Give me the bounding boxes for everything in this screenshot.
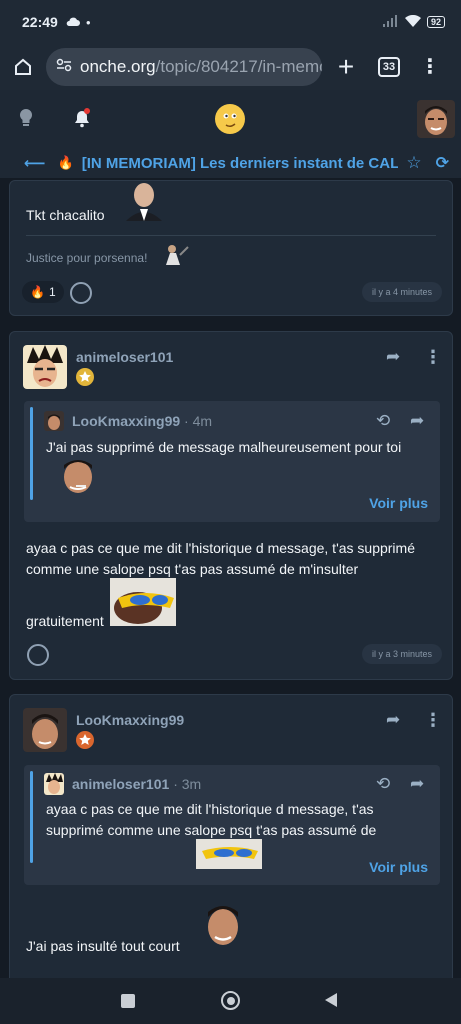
more-options-icon[interactable]: ⋮: [424, 347, 442, 368]
share-icon[interactable]: ➦: [386, 710, 400, 730]
post-time: il y a 4 minutes: [361, 282, 442, 302]
quote-bar: [30, 771, 33, 863]
post-username[interactable]: LooKmaxxing99: [76, 712, 184, 728]
url-path: /topic/804217/in-memoriam-les-derniers-i…: [155, 57, 322, 76]
share-icon[interactable]: ➦: [386, 347, 400, 367]
status-bar: 22:49 ● 92: [0, 0, 461, 44]
add-reaction-icon[interactable]: [27, 644, 49, 666]
post-text-continued: gratuitement: [26, 613, 104, 629]
url-domain: onche.org: [80, 57, 156, 76]
sunglasses-sticker: [196, 839, 262, 869]
putin-sticker: [122, 181, 166, 221]
site-logo-smiley-icon[interactable]: [215, 104, 245, 134]
post-signature: Justice pour porsenna!: [26, 251, 148, 265]
signal-icon: [382, 14, 399, 30]
system-navigation-bar: [0, 978, 461, 1024]
post-text: ayaa c pas ce que me dit l'historique d …: [26, 540, 415, 577]
quoted-message: LooKmaxxing99 · 4m ⟲ ➦ J'ai pas supprimé…: [24, 401, 440, 522]
rank-star-badge-icon: [76, 368, 94, 386]
post-card: animeloser101 ➦ ⋮ LooKmaxxing99 · 4m ⟲ ➦…: [9, 331, 453, 680]
home-dot-icon: [226, 996, 235, 1005]
quote-time: 3m: [181, 776, 202, 792]
lightbulb-icon[interactable]: [18, 108, 34, 128]
history-icon[interactable]: ⟲: [376, 774, 390, 794]
quote-username[interactable]: animeloser101: [72, 776, 169, 792]
site-settings-icon[interactable]: [56, 57, 72, 77]
post-card: Tkt chacalito Justice pour porsenna! 🔥 1…: [9, 180, 453, 316]
notification-dot-icon: ●: [85, 17, 91, 27]
browser-menu-icon[interactable]: ⋮: [420, 57, 440, 77]
topic-title-bar: ⟵ 🔥 [IN MEMORIAM] Les derniers instant d…: [0, 148, 461, 178]
see-more-link[interactable]: Voir plus: [369, 495, 428, 511]
post-text: Tkt chacalito: [26, 207, 105, 223]
post-avatar[interactable]: [23, 708, 67, 752]
quote-avatar[interactable]: [44, 411, 64, 431]
more-options-icon[interactable]: ⋮: [424, 710, 442, 731]
post-time: il y a 3 minutes: [361, 644, 442, 664]
history-icon[interactable]: ⟲: [376, 411, 390, 431]
post-username[interactable]: animeloser101: [76, 349, 173, 365]
flame-icon: 🔥: [57, 155, 74, 170]
home-nav-button[interactable]: [221, 991, 240, 1010]
laughing-sticker: [200, 899, 246, 951]
quoted-message: animeloser101 · 3m ⟲ ➦ ayaa c pas ce que…: [24, 765, 440, 885]
signature-divider: [26, 235, 436, 236]
sunglasses-sticker: [110, 578, 176, 626]
wifi-icon: [404, 14, 421, 30]
quote-time: 4m: [192, 413, 213, 429]
browser-toolbar: onche.org/topic/804217/in-memoriam-les-d…: [0, 44, 461, 90]
add-reaction-icon[interactable]: [70, 282, 92, 304]
quote-text: J'ai pas supprimé de message malheureuse…: [46, 439, 402, 455]
reaction-fire-chip[interactable]: 🔥 1: [22, 281, 64, 303]
refresh-icon[interactable]: ⟳: [436, 153, 449, 173]
star-icon[interactable]: ☆: [406, 153, 421, 173]
recent-apps-button[interactable]: [121, 994, 135, 1008]
cloud-icon: [66, 14, 80, 30]
notification-bell-icon[interactable]: [72, 108, 92, 128]
quote-share-icon[interactable]: ➦: [410, 774, 424, 794]
quote-sticker: [54, 457, 102, 501]
battery-icon: 92: [426, 16, 445, 28]
rank-star-badge-icon: [76, 731, 94, 749]
fire-icon: 🔥: [30, 285, 45, 299]
post-text: J'ai pas insulté tout court: [26, 938, 180, 954]
tab-switcher-button[interactable]: 33: [378, 57, 400, 77]
topic-title[interactable]: [IN MEMORIAM] Les derniers instant de CA…: [82, 155, 399, 172]
home-icon: [15, 58, 31, 75]
post-card: LooKmaxxing99 ➦ ⋮ animeloser101 · 3m ⟲ ➦…: [9, 694, 453, 994]
quote-username[interactable]: LooKmaxxing99: [72, 413, 180, 429]
site-header: [0, 90, 461, 148]
reaction-count: 1: [48, 285, 56, 299]
back-triangle-icon: [325, 993, 337, 1007]
user-avatar[interactable]: [417, 100, 455, 138]
new-tab-button[interactable]: +: [322, 51, 370, 83]
back-nav-button[interactable]: [324, 992, 338, 1013]
quote-text: ayaa c pas ce que me dit l'historique d …: [46, 801, 377, 838]
quote-header: animeloser101 · 3m: [72, 776, 202, 792]
post-avatar[interactable]: [23, 345, 67, 389]
home-button[interactable]: [0, 57, 46, 77]
quote-header: LooKmaxxing99 · 4m: [72, 413, 213, 429]
quote-share-icon[interactable]: ➦: [410, 411, 424, 431]
see-more-link[interactable]: Voir plus: [369, 859, 428, 875]
signature-sticker: [160, 241, 190, 265]
status-time: 22:49: [22, 14, 58, 30]
address-bar[interactable]: onche.org/topic/804217/in-memoriam-les-d…: [46, 48, 322, 86]
quote-bar: [30, 407, 33, 500]
back-arrow-icon[interactable]: ⟵: [24, 154, 46, 172]
quote-avatar[interactable]: [44, 773, 64, 795]
